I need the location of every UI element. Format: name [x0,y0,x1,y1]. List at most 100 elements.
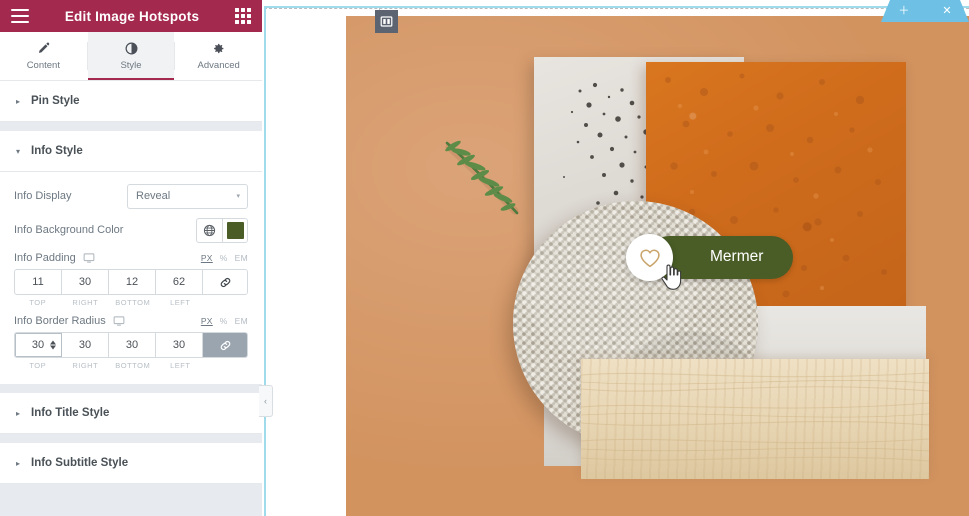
panel-filler [0,484,262,516]
desktop-icon[interactable] [83,252,95,264]
section-info-title-style[interactable]: ▸ Info Title Style [0,393,262,434]
info-background-color-swatch[interactable] [222,218,247,242]
info-border-radius-bottom-cell [109,333,156,357]
section-pin-style-label: Pin Style [31,95,80,107]
info-border-radius-fields [14,332,248,358]
number-stepper-icon[interactable] [50,340,56,350]
column-guide-top [264,8,969,9]
info-border-radius-bottom-input[interactable] [109,333,155,357]
section-toolbar: ＋ ✕ [881,0,969,22]
tab-style-label: Style [120,59,142,71]
info-padding-top-cell [15,270,62,294]
gear-icon [212,42,225,56]
label-spacer [204,361,248,370]
columns-layout-icon [380,16,393,27]
info-padding-header: Info Padding PX % EM [14,252,248,264]
color-swatch-fill [226,221,244,239]
unit-em[interactable]: EM [235,316,248,326]
info-padding-right-cell [62,270,109,294]
pencil-icon [37,42,50,56]
info-padding-fields [14,269,248,295]
chevron-down-icon: ▾ [15,146,20,156]
info-display-select[interactable]: Reveal ▾ [127,183,248,209]
info-padding-left-input[interactable] [156,270,202,294]
panel-header: Edit Image Hotspots [0,0,262,32]
label-top: TOP [29,361,47,370]
info-border-radius-top-cell [15,333,62,357]
section-info-subtitle-style[interactable]: ▸ Info Subtitle Style [0,443,262,484]
hotspot-info-label: Mermer [710,248,764,265]
unit-percent[interactable]: % [220,316,228,326]
info-border-radius-right-input[interactable] [62,333,108,357]
desktop-icon[interactable] [113,315,125,327]
apps-grid-icon[interactable] [235,8,251,24]
info-border-radius-link-icon[interactable] [203,333,247,357]
hotspot-pin-button[interactable] [626,234,673,281]
info-padding-top-input[interactable] [15,270,61,294]
chevron-right-icon: ▸ [15,408,20,418]
widget-drag-handle[interactable] [375,10,398,33]
section-gap [0,384,262,393]
info-border-radius-label: Info Border Radius [14,315,106,327]
info-display-label: Info Display [14,190,72,202]
section-info-style[interactable]: ▾ Info Style [0,131,262,172]
close-x-icon[interactable]: ✕ [942,5,951,17]
heart-icon [639,249,660,267]
label-left: LEFT [170,298,191,307]
label-left: LEFT [170,361,191,370]
unit-px[interactable]: PX [201,253,213,263]
wood-plank [580,359,930,479]
section-gap [0,122,262,131]
info-border-radius-units: PX % EM [201,316,248,326]
rosemary-sprig-decoration [445,140,519,215]
section-info-style-label: Info Style [31,145,83,157]
chevron-right-icon: ▸ [15,96,20,106]
label-top: TOP [29,298,47,307]
label-bottom: BOTTOM [115,361,151,370]
chevron-down-icon: ▾ [236,193,240,200]
info-border-radius-left-cell [156,333,203,357]
tab-advanced[interactable]: Advanced [175,32,262,80]
info-background-color-row: Info Background Color [14,216,248,244]
info-padding-link-icon[interactable] [203,270,247,294]
info-display-value: Reveal [136,190,171,202]
contrast-circle-icon [125,42,138,56]
info-border-radius-right-cell [62,333,109,357]
settings-panel: Edit Image Hotspots Content Style Advanc… [0,0,273,516]
section-gap [0,434,262,443]
info-style-body: Info Display Reveal ▾ Info Background Co… [0,172,262,384]
editor-root: Edit Image Hotspots Content Style Advanc… [0,0,969,516]
panel-collapse-button[interactable]: ‹ [259,385,273,417]
unit-percent[interactable]: % [220,253,228,263]
image-hotspots-widget[interactable]: Mermer [346,16,969,516]
label-bottom: BOTTOM [115,298,151,307]
info-display-row: Info Display Reveal ▾ [14,182,248,210]
info-border-radius-side-labels: TOP RIGHT BOTTOM LEFT [14,361,248,370]
label-right: RIGHT [72,298,99,307]
panel-tabs: Content Style Advanced [0,32,262,81]
info-padding-right-input[interactable] [62,270,108,294]
section-pin-style[interactable]: ▸ Pin Style [0,81,262,122]
tab-content-label: Content [26,59,60,71]
tab-advanced-label: Advanced [197,59,240,71]
globe-icon[interactable] [197,219,222,242]
info-padding-side-labels: TOP RIGHT BOTTOM LEFT [14,298,248,307]
chevron-right-icon: ▸ [15,458,20,468]
label-right: RIGHT [72,361,99,370]
hamburger-icon[interactable] [11,9,29,23]
unit-px[interactable]: PX [201,316,213,326]
tab-style[interactable]: Style [87,32,175,80]
tab-content[interactable]: Content [0,32,87,80]
info-padding-bottom-input[interactable] [109,270,155,294]
info-border-radius-left-input[interactable] [156,333,202,357]
info-border-radius-header: Info Border Radius PX % EM [14,315,248,327]
section-info-title-style-label: Info Title Style [31,407,110,419]
info-background-color-label: Info Background Color [14,224,124,236]
unit-em[interactable]: EM [235,253,248,263]
plus-icon[interactable]: ＋ [898,5,909,17]
drag-grid-icon[interactable] [920,7,931,15]
wood-grain-texture [580,372,930,462]
label-spacer [204,298,248,307]
color-control [196,217,248,243]
editor-canvas[interactable]: Mermer ＋ ✕ [262,0,969,516]
